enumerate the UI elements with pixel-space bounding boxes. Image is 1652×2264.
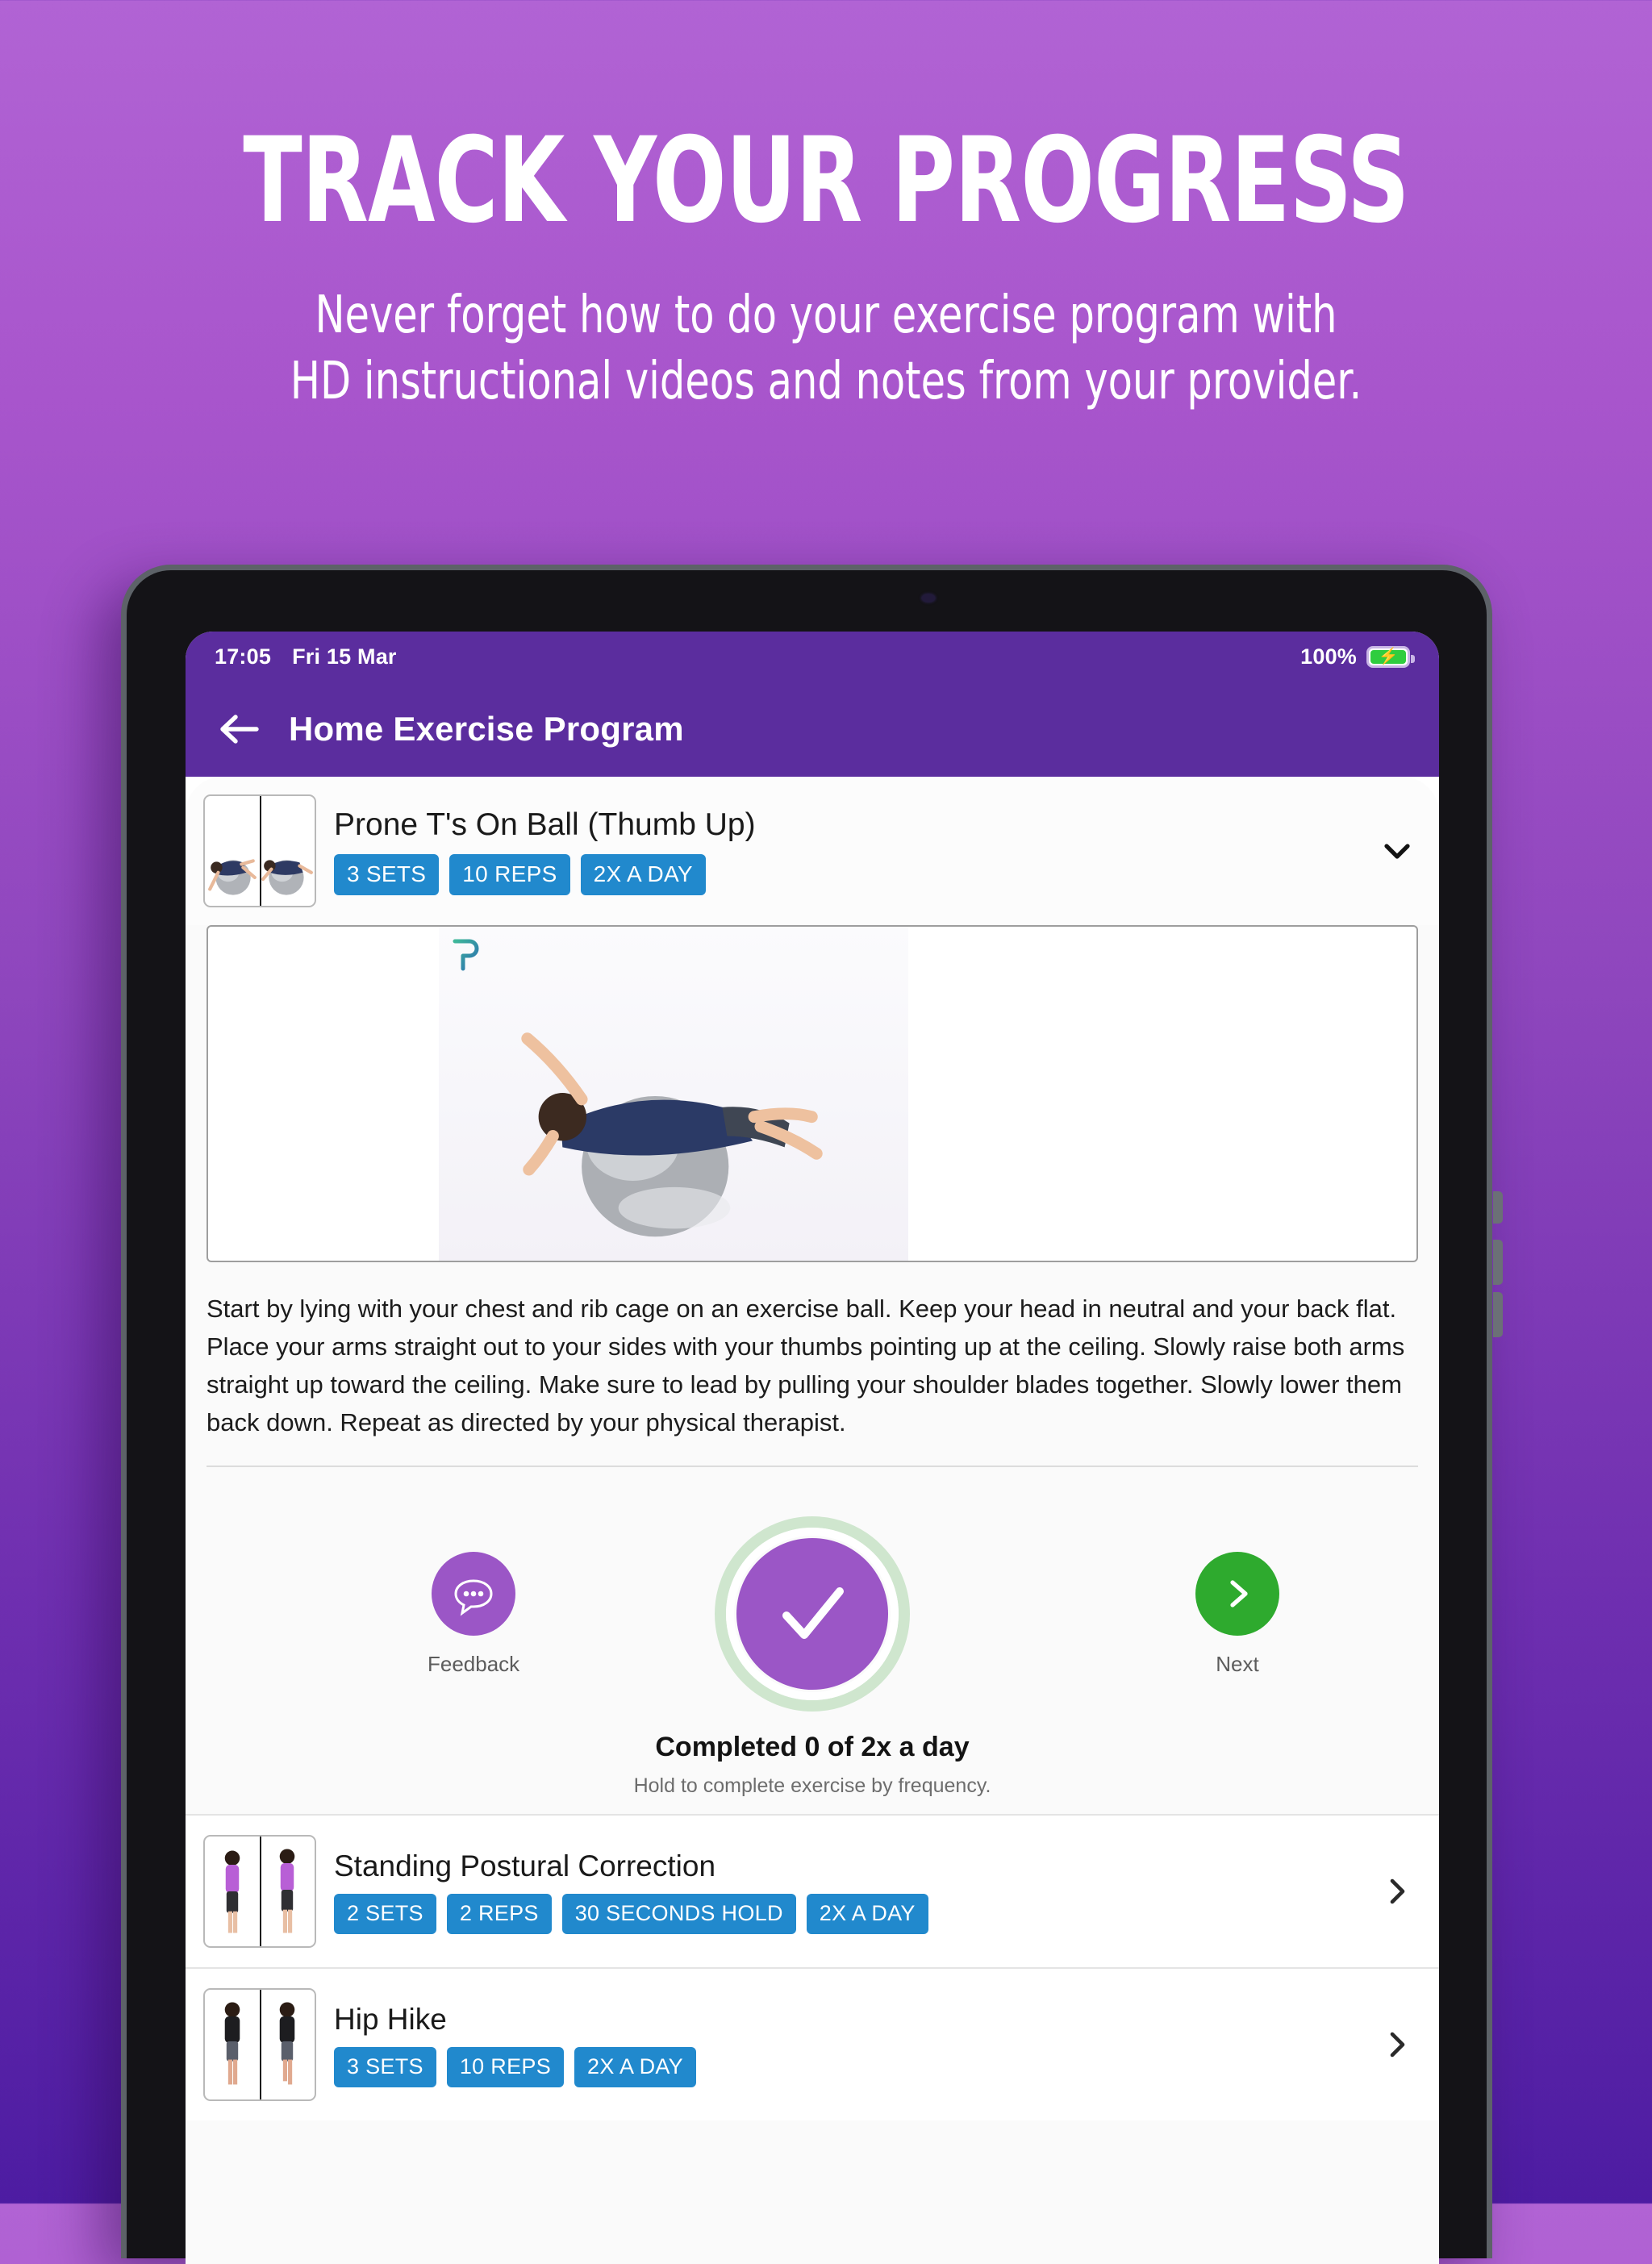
expanded-exercise-header[interactable]: Prone T's On Ball (Thumb Up) 3 SETS 10 R… [186,777,1439,925]
chevron-right-icon[interactable] [1376,1870,1418,1912]
badge-hold: 30 SECONDS HOLD [561,1893,796,1934]
exercise-title: Hip Hike [334,2002,447,2036]
status-bar: 17:05 Fri 15 Mar 100% ⚡ [186,632,1439,682]
promo-block: TRACK YOUR PROGRESS Never forget how to … [0,0,1652,415]
status-bar-date: Fri 15 Mar [292,644,397,669]
page-title: TRACK YOUR PROGRESS [243,112,1409,249]
promo-subtitle: Never forget how to do your exercise pro… [290,285,1362,411]
prone-t-ball-thumbnail[interactable] [203,794,316,907]
thumbnail-divider [260,1837,261,1947]
volume-up-button[interactable] [1493,1240,1503,1285]
completed-hint: Hold to complete exercise by frequency. [633,1774,991,1798]
prone-t-ball-video[interactable] [206,925,1418,1262]
chat-bubble-icon [432,1551,516,1636]
exercise-title: Standing Postural Correction [334,1849,716,1882]
exercise-badges: 2 SETS 2 REPS 30 SECONDS HOLD 2X A DAY [334,1893,1365,1934]
chevron-right-icon [1195,1551,1279,1636]
progress-ring-inner [726,1528,899,1701]
completed-count: Completed 0 of 2x a day [655,1732,970,1763]
badge-frequency: 2X A DAY [806,1893,928,1934]
list-item-meta: Standing Postural Correction 2 SETS 2 RE… [334,1849,1365,1934]
feedback-label: Feedback [428,1651,520,1676]
exercise-title: Prone T's On Ball (Thumb Up) [334,807,756,842]
badge-reps: 10 REPS [446,2046,565,2087]
expanded-exercise-meta: Prone T's On Ball (Thumb Up) 3 SETS 10 R… [334,807,1365,895]
list-item-meta: Hip Hike 3 SETS 10 REPS 2X A DAY [334,2003,1365,2087]
badge-sets: 3 SETS [334,853,440,895]
exercise-badges: 3 SETS 10 REPS 2X A DAY [334,853,1365,895]
status-bar-time: 17:05 [215,644,272,669]
complete-exercise-button[interactable] [715,1516,910,1712]
chevron-right-icon[interactable] [1376,2024,1418,2066]
next-label: Next [1216,1651,1259,1676]
standing-postural-correction-thumbnail[interactable] [203,1835,316,1949]
volume-down-button[interactable] [1493,1292,1503,1337]
arrow-left-icon[interactable] [216,707,261,752]
badge-frequency: 2X A DAY [580,853,706,895]
badge-sets: 2 SETS [334,1893,436,1934]
physitrack-p-logo [450,935,482,974]
status-bar-battery-percent: 100% [1300,644,1357,669]
tablet-device-frame: 17:05 Fri 15 Mar 100% ⚡ Home Exercise Pr… [121,565,1503,2264]
exercise-actions: Feedback Next Completed 0 of 2x a day Ho… [186,1467,1439,1815]
thumbnail-divider [260,796,261,906]
list-item[interactable]: Hip Hike 3 SETS 10 REPS 2X A DAY [186,1969,1439,2121]
hip-hike-thumbnail[interactable] [203,1988,316,2102]
list-item[interactable]: Standing Postural Correction 2 SETS 2 RE… [186,1816,1439,1968]
front-camera [922,594,935,602]
app-screen: 17:05 Fri 15 Mar 100% ⚡ Home Exercise Pr… [186,632,1439,2264]
badge-sets: 3 SETS [334,2046,436,2087]
exercise-video-frame [521,1032,823,1237]
power-button[interactable] [1493,1191,1503,1224]
battery-charging-icon: ⚡ [1366,645,1415,668]
feedback-button[interactable]: Feedback [428,1551,520,1677]
badge-reps: 10 REPS [449,853,570,895]
badge-reps: 2 REPS [446,1893,552,1934]
content-sheet: Prone T's On Ball (Thumb Up) 3 SETS 10 R… [186,777,1439,2264]
screen-title: Home Exercise Program [289,710,684,748]
app-navbar: Home Exercise Program [186,682,1439,777]
next-button[interactable]: Next [1195,1551,1279,1677]
thumbnail-divider [260,1990,261,2100]
badge-frequency: 2X A DAY [574,2046,696,2087]
exercise-description: Start by lying with your chest and rib c… [206,1295,1405,1437]
exercise-badges: 3 SETS 10 REPS 2X A DAY [334,2046,1365,2087]
chevron-down-icon[interactable] [1376,830,1418,872]
